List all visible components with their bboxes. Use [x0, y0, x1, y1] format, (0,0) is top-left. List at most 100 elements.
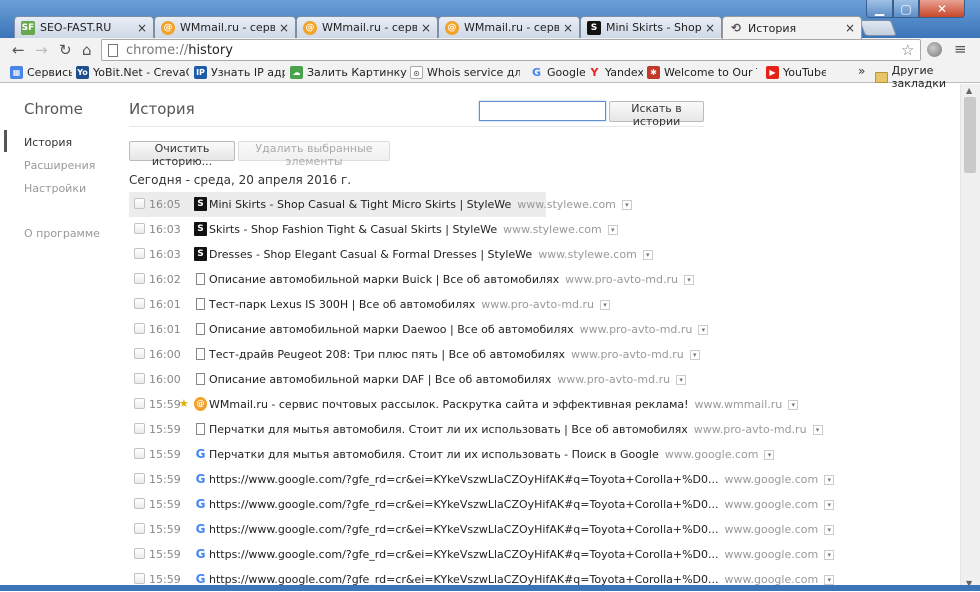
bookmark-apps[interactable]: ▦ Сервисы: [10, 64, 72, 81]
tab-wmmail-1[interactable]: @ WMmail.ru - сервис по ×: [154, 16, 296, 38]
entry-checkbox[interactable]: [134, 523, 145, 534]
entry-menu-dropdown-icon[interactable]: ▾: [824, 550, 835, 560]
globe-icon[interactable]: [927, 42, 942, 57]
entry-title-link[interactable]: https://www.google.com/?gfe_rd=cr&ei=KYk…: [209, 523, 835, 536]
entry-checkbox[interactable]: [134, 498, 145, 509]
bookmark-yandex[interactable]: Y Yandex: [588, 64, 643, 81]
bookmark-whois[interactable]: ⊙ Whois service для пр: [410, 64, 520, 81]
entry-checkbox[interactable]: [134, 548, 145, 559]
entry-checkbox[interactable]: [134, 273, 145, 284]
entry-menu-dropdown-icon[interactable]: ▾: [600, 300, 611, 310]
entry-title-link[interactable]: Skirts - Shop Fashion Tight & Casual Ski…: [209, 223, 618, 236]
back-arrow-icon[interactable]: ←: [12, 41, 25, 59]
history-entry[interactable]: 15:59 Ghttps://www.google.com/?gfe_rd=cr&…: [129, 467, 835, 492]
entry-checkbox[interactable]: [134, 373, 145, 384]
entry-checkbox[interactable]: [134, 423, 145, 434]
entry-title-link[interactable]: https://www.google.com/?gfe_rd=cr&ei=KYk…: [209, 498, 835, 511]
close-icon[interactable]: ×: [845, 21, 855, 35]
tab-wmmail-2[interactable]: @ WMmail.ru - сервис по ×: [296, 16, 438, 38]
scroll-up-icon[interactable]: ▲: [966, 86, 972, 95]
address-bar[interactable]: chrome://history: [101, 39, 921, 61]
tab-wmmail-3[interactable]: @ WMmail.ru - сервис по ×: [438, 16, 580, 38]
bookmarks-overflow-icon[interactable]: »: [858, 64, 865, 78]
bookmark-star-icon[interactable]: ☆: [901, 41, 914, 59]
entry-checkbox[interactable]: [134, 348, 145, 359]
history-entry[interactable]: 16:00 Описание автомобильной марки DAF | …: [129, 367, 829, 392]
menu-icon[interactable]: ≡: [954, 40, 967, 58]
entry-checkbox[interactable]: [134, 248, 145, 259]
entry-menu-dropdown-icon[interactable]: ▾: [607, 225, 618, 235]
history-entry[interactable]: 16:02 Описание автомобильной марки Buick …: [129, 267, 829, 292]
entry-checkbox[interactable]: [134, 573, 145, 584]
history-entry[interactable]: 16:03 S Dresses - Shop Elegant Casual & Fo…: [129, 242, 829, 267]
entry-checkbox[interactable]: [134, 323, 145, 334]
bookmarked-star-icon[interactable]: ★: [179, 397, 189, 410]
close-icon[interactable]: ×: [279, 21, 289, 35]
close-icon[interactable]: ×: [421, 21, 431, 35]
vertical-scrollbar[interactable]: ▲ ▼: [960, 84, 980, 591]
entry-title-link[interactable]: https://www.google.com/?gfe_rd=cr&ei=KYk…: [209, 473, 835, 486]
entry-title-link[interactable]: Описание автомобильной марки Buick | Все…: [209, 273, 694, 286]
entry-menu-dropdown-icon[interactable]: ▾: [824, 575, 835, 585]
search-history-button[interactable]: Искать в истории: [609, 101, 704, 128]
history-entry[interactable]: 16:03 S Skirts - Shop Fashion Tight & Casu…: [129, 217, 829, 242]
history-entry[interactable]: 16:00 Тест-драйв Peugeot 208: Три плюс пя…: [129, 342, 829, 367]
entry-menu-dropdown-icon[interactable]: ▾: [621, 200, 632, 210]
bookmark-team[interactable]: ✱ Welcome to Our Team: [647, 64, 757, 81]
history-entry[interactable]: 15:59 Перчатки для мытья автомобиля. Стои…: [129, 417, 829, 442]
history-entry[interactable]: 15:59 Ghttps://www.google.com/?gfe_rd=cr&…: [129, 542, 835, 567]
close-icon[interactable]: ×: [705, 21, 715, 35]
remove-selected-button[interactable]: Удалить выбранные элементы: [238, 141, 390, 168]
entry-title-link[interactable]: Описание автомобильной марки DAF | Все о…: [209, 373, 687, 386]
entry-menu-dropdown-icon[interactable]: ▾: [764, 450, 775, 460]
history-entry[interactable]: 15:59 ★ @ WMmail.ru - сервис почтовых рассы…: [129, 392, 829, 417]
entry-title-link[interactable]: Тест-парк Lexus IS 300H | Все об автомоб…: [209, 298, 611, 311]
tab-seo-fast[interactable]: SF SEO-FAST.RU ×: [14, 16, 154, 38]
entry-menu-dropdown-icon[interactable]: ▾: [824, 525, 835, 535]
history-entry[interactable]: 15:59 G Перчатки для мытья автомобиля. Сто…: [129, 442, 829, 467]
entry-menu-dropdown-icon[interactable]: ▾: [788, 400, 799, 410]
entry-title-link[interactable]: Перчатки для мытья автомобиля. Стоит ли …: [209, 423, 823, 436]
entry-title-link[interactable]: Перчатки для мытья автомобиля. Стоит ли …: [209, 448, 775, 461]
entry-checkbox[interactable]: [134, 223, 145, 234]
entry-menu-dropdown-icon[interactable]: ▾: [824, 500, 835, 510]
window-close-button[interactable]: ✕: [919, 0, 965, 18]
sidebar-item-extensions[interactable]: Расширения: [24, 159, 95, 172]
entry-checkbox[interactable]: [134, 448, 145, 459]
clear-history-button[interactable]: Очистить историю...: [129, 141, 235, 168]
entry-menu-dropdown-icon[interactable]: ▾: [676, 375, 687, 385]
history-entry[interactable]: 16:01 Описание автомобильной марки Daewoo…: [129, 317, 829, 342]
entry-title-link[interactable]: Тест-драйв Peugeot 208: Три плюс пять | …: [209, 348, 700, 361]
close-icon[interactable]: ×: [563, 21, 573, 35]
entry-menu-dropdown-icon[interactable]: ▾: [812, 425, 823, 435]
bookmark-yobit[interactable]: Yo YoBit.Net - CrevaCoin: [76, 64, 189, 81]
sidebar-item-about[interactable]: О программе: [24, 227, 100, 240]
tab-stylewe[interactable]: S Mini Skirts - Shop Casu ×: [580, 16, 722, 38]
entry-title-link[interactable]: Mini Skirts - Shop Casual & Tight Micro …: [209, 198, 632, 211]
entry-title-link[interactable]: https://www.google.com/?gfe_rd=cr&ei=KYk…: [209, 548, 835, 561]
new-tab-button[interactable]: [859, 20, 897, 36]
home-icon[interactable]: ⌂: [82, 41, 92, 59]
history-entry[interactable]: 16:05 S Mini Skirts - Shop Casual & Tight …: [129, 192, 632, 217]
tab-history[interactable]: ⟲ История ×: [722, 16, 862, 39]
entry-title-link[interactable]: WMmail.ru - сервис почтовых рассылок. Ра…: [209, 398, 799, 411]
entry-title-link[interactable]: Описание автомобильной марки Daewoo | Вс…: [209, 323, 709, 336]
entry-menu-dropdown-icon[interactable]: ▾: [689, 350, 700, 360]
scrollbar-thumb[interactable]: [964, 97, 976, 173]
entry-checkbox[interactable]: [134, 473, 145, 484]
entry-menu-dropdown-icon[interactable]: ▾: [683, 275, 694, 285]
bookmark-ip[interactable]: IP Узнать IP адрес: [194, 64, 285, 81]
history-entry[interactable]: 15:59 Ghttps://www.google.com/?gfe_rd=cr&…: [129, 492, 835, 517]
sidebar-item-settings[interactable]: Настройки: [24, 182, 86, 195]
close-icon[interactable]: ×: [137, 21, 147, 35]
maximize-button[interactable]: ▢: [893, 0, 919, 18]
entry-checkbox[interactable]: [134, 198, 145, 209]
history-entry[interactable]: 15:59 Ghttps://www.google.com/?gfe_rd=cr&…: [129, 517, 835, 542]
bookmark-youtube[interactable]: ▶ YouTube: [766, 64, 826, 81]
sidebar-item-history[interactable]: История: [24, 136, 72, 149]
minimize-button[interactable]: ▁: [866, 0, 893, 18]
reload-icon[interactable]: ↻: [59, 41, 72, 59]
entry-checkbox[interactable]: [134, 398, 145, 409]
entry-menu-dropdown-icon[interactable]: ▾: [698, 325, 709, 335]
entry-checkbox[interactable]: [134, 298, 145, 309]
